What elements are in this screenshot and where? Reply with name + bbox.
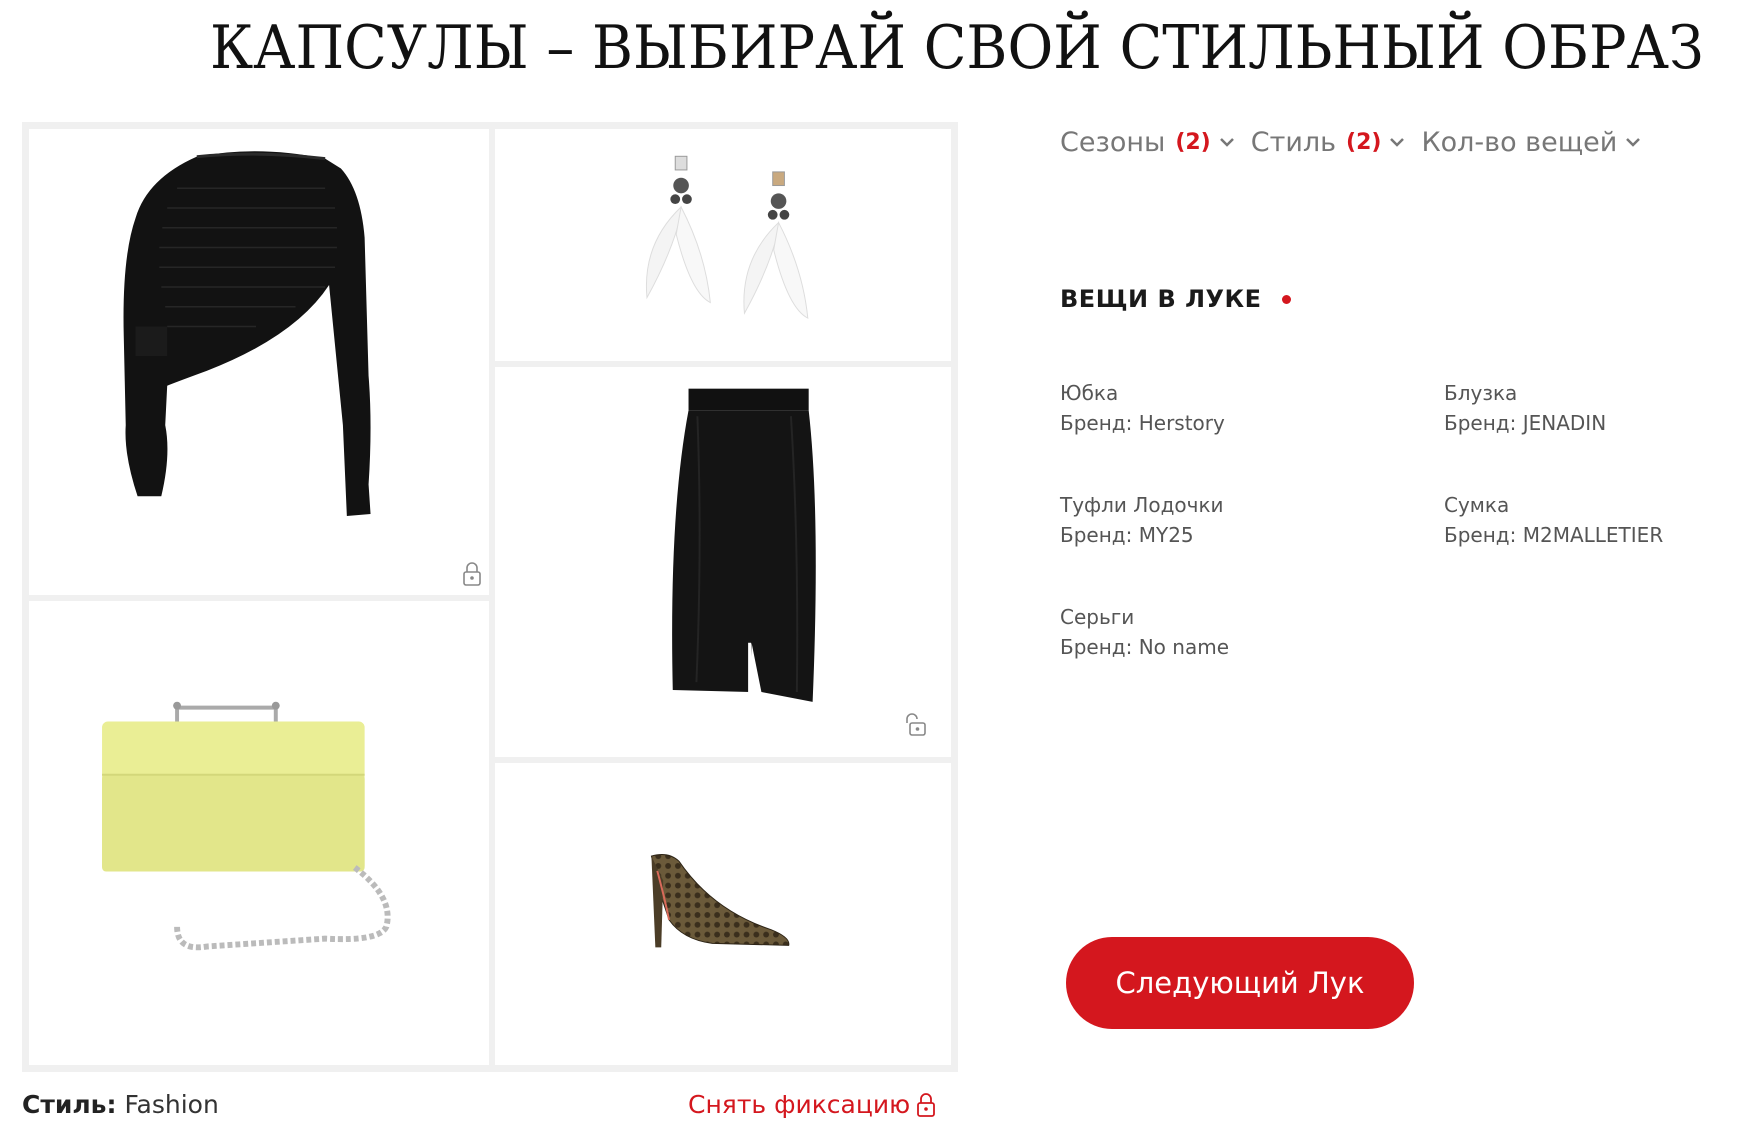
item-brand: Бренд: MY25 [1060,523,1194,547]
filter-item-count[interactable]: Кол-во вещей [1421,127,1641,158]
look-items-heading-text: ВЕЩИ В ЛУКЕ [1060,285,1262,313]
item-brand: Бренд: M2MALLETIER [1444,523,1664,547]
unfix-label: Снять фиксацию [688,1090,911,1119]
style-value: Fashion [124,1090,219,1119]
product-cell-shoe[interactable] [492,760,954,1068]
item-name: Сумка [1444,493,1510,517]
sweater-image [123,151,371,516]
list-item: Серьги Бренд: No name [1060,602,1400,662]
page-title: КАПСУЛЫ – ВЫБИРАЙ СВОЙ СТИЛЬНЫЙ ОБРАЗ [210,13,1704,83]
chevron-down-icon [1626,138,1641,147]
item-name: Туфли Лодочки [1060,493,1224,517]
item-name: Серьги [1060,605,1135,629]
lock-open-icon[interactable] [905,711,927,737]
bag-image [102,701,391,951]
earrings-image [645,155,809,319]
red-dot-icon [1281,294,1291,304]
filter-seasons[interactable]: Сезоны (2) [1060,127,1235,158]
skirt-image [672,388,816,702]
filters-bar: Сезоны (2) Стиль (2) Кол-во вещей [1060,120,1657,164]
shoe-image [650,854,790,948]
item-name: Блузка [1444,381,1518,405]
unfix-link[interactable]: Снять фиксацию [688,1090,936,1119]
filter-seasons-count: (2) [1175,129,1211,155]
list-item: Блузка Бренд: JENADIN [1444,378,1752,438]
look-grid [22,122,958,1072]
filter-style[interactable]: Стиль (2) [1251,127,1406,158]
item-brand: Бренд: JENADIN [1444,411,1607,435]
lock-icon [917,1092,936,1117]
filter-style-label: Стиль [1250,126,1337,158]
filter-seasons-label: Сезоны [1060,126,1166,158]
product-cell-earrings[interactable] [492,126,954,364]
style-label: Стиль: [22,1090,117,1119]
chevron-down-icon [1219,138,1234,147]
product-cell-skirt[interactable] [492,364,954,760]
product-cell-bag[interactable] [26,598,492,1068]
list-item: Юбка Бренд: Herstory [1060,378,1400,438]
item-brand: Бренд: Herstory [1060,411,1225,435]
look-items-heading: ВЕЩИ В ЛУКЕ [1060,285,1291,313]
item-brand: Бренд: No name [1060,635,1229,659]
item-name: Юбка [1060,381,1119,405]
next-look-button[interactable]: Следующий Лук [1066,937,1414,1029]
lock-closed-icon[interactable] [461,561,483,587]
product-cell-sweater[interactable] [26,126,492,598]
filter-style-count: (2) [1346,129,1382,155]
chevron-down-icon [1390,138,1405,147]
list-item: Туфли Лодочки Бренд: MY25 [1060,490,1400,550]
list-item: Сумка Бренд: M2MALLETIER [1444,490,1752,550]
style-info: Стиль: Fashion [22,1090,219,1119]
filter-item-count-label: Кол-во вещей [1421,126,1618,158]
